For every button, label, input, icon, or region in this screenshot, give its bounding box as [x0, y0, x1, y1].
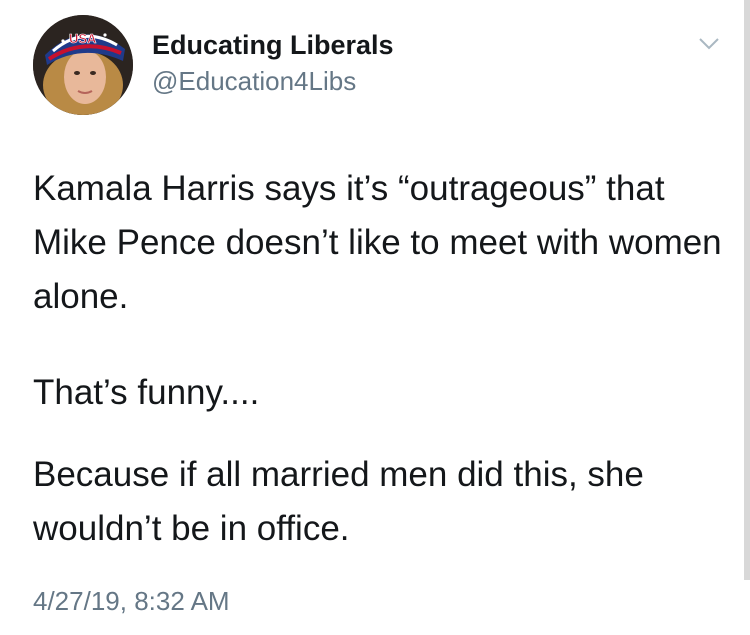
tweet-text-paragraph-2: That’s funny....: [33, 373, 260, 412]
tweet-card: USA Educating Liberals @Education4Libs K…: [0, 0, 750, 635]
tweet-timestamp[interactable]: 4/27/19, 8:32 AM: [33, 586, 230, 617]
user-handle[interactable]: @Education4Libs: [152, 66, 356, 97]
display-name[interactable]: Educating Liberals: [152, 30, 394, 61]
tweet-menu-button[interactable]: [697, 35, 721, 53]
cap-usa-text: USA: [69, 31, 97, 46]
chevron-down-icon: [699, 38, 719, 50]
tweet-text-paragraph-3: Because if all married men did this, she…: [33, 455, 644, 548]
profile-photo-icon: USA: [33, 15, 133, 115]
tweet-text-paragraph-1: Kamala Harris says it’s “outrageous” tha…: [33, 169, 722, 316]
scrollbar[interactable]: [744, 0, 750, 580]
avatar[interactable]: USA: [33, 15, 133, 115]
